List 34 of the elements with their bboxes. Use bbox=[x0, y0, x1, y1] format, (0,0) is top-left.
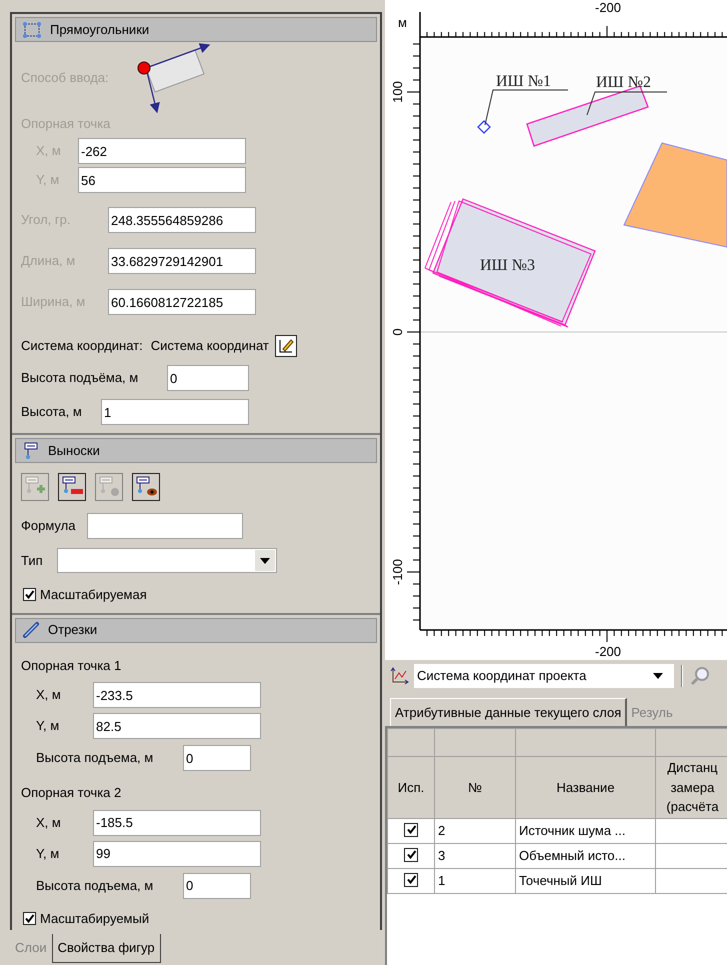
ruler-label: 100 bbox=[390, 81, 405, 103]
field-label: Высота, м bbox=[21, 403, 83, 422]
unit-label: м bbox=[398, 15, 407, 30]
field-label: Формула bbox=[21, 517, 76, 536]
checkbox-label: Масштабируемый bbox=[40, 910, 150, 928]
table-cell: Объемный исто... bbox=[516, 844, 656, 868]
section-title: Прямоугольники bbox=[50, 20, 150, 39]
ruler-label: 0 bbox=[390, 328, 405, 336]
reference-point-label: Опорная точка 2 bbox=[21, 784, 122, 802]
table-cell: Точечный ИШ bbox=[516, 868, 656, 894]
coordinate-system-value: Система координат bbox=[150, 337, 269, 356]
checkbox-label: Масштабируемая bbox=[40, 586, 147, 604]
table-cell: Источник шума ... bbox=[516, 818, 656, 844]
field-label: Y, м bbox=[36, 717, 60, 736]
shape-label: ИШ №1 bbox=[496, 73, 551, 90]
table-cell: 1 bbox=[434, 868, 516, 894]
coordinate-system-label: Система координат: bbox=[21, 337, 143, 356]
ruler-label: -200 bbox=[594, 0, 622, 15]
table-cell: 2 bbox=[434, 818, 516, 844]
field-label: X, м bbox=[36, 814, 62, 832]
field-label: Высота подъема, м bbox=[36, 749, 154, 768]
reference-point-label: Опорная точка 1 bbox=[21, 656, 122, 675]
field-label: Высота подъема, м bbox=[36, 876, 154, 895]
table-cell: 3 bbox=[434, 844, 516, 868]
section-title: Отрезки bbox=[48, 621, 98, 640]
field-label: X, м bbox=[36, 686, 62, 704]
field-label: Тип bbox=[21, 552, 44, 570]
ruler-label: -100 bbox=[390, 558, 405, 586]
section-title: Выноски bbox=[48, 442, 100, 460]
field-label: Y, м bbox=[36, 844, 60, 863]
ruler-label: -200 bbox=[594, 644, 622, 659]
shape-label: ИШ №3 bbox=[480, 257, 535, 274]
shape-label: ИШ №2 bbox=[596, 74, 651, 91]
field-label: Высота подъёма, м bbox=[21, 369, 140, 388]
